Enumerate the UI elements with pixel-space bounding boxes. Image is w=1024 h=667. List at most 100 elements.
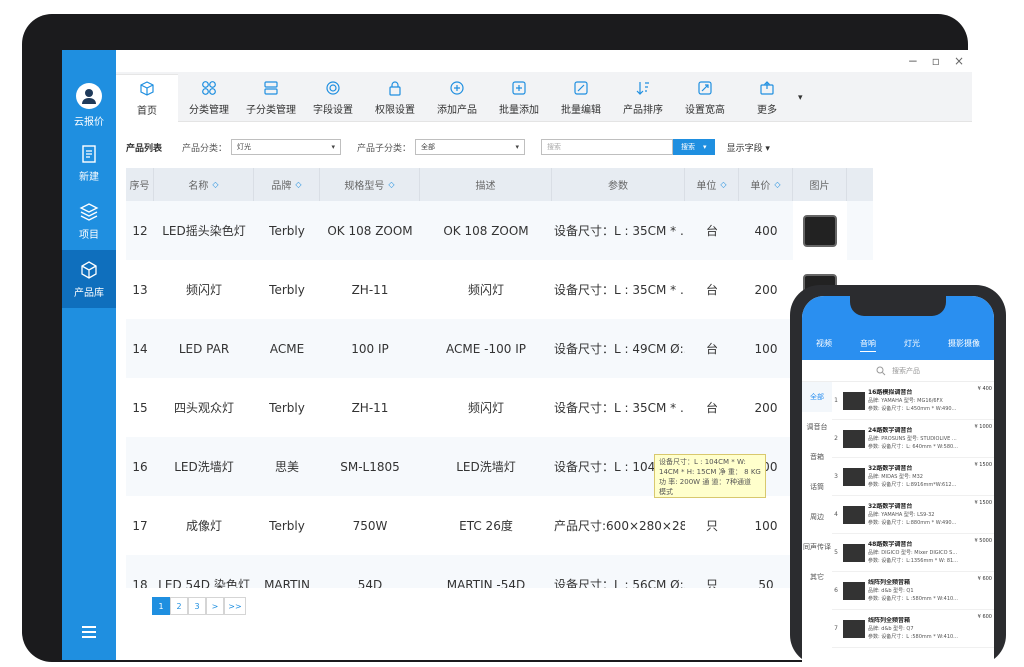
column-header-model[interactable]: 规格型号 ◇ bbox=[320, 168, 420, 201]
header-label: 图片 bbox=[809, 181, 830, 192]
phone-screen: 视频 音响 灯光 摄影摄像 搜索产品 全部 调音台 音箱 话筒 周边 同声传译 其它 1 16… bbox=[802, 296, 994, 666]
table-row[interactable]: 15 四头观众灯 Terbly ZH-11 频闪灯 设备尺寸：L : 35CM * ...… bbox=[126, 378, 873, 437]
toolbar: 首页 分类管理 子分类管理 字段设置 权限设置 添加产品 批量添加 批量编辑 产… bbox=[116, 72, 972, 122]
phone-category-item[interactable]: 话筒 bbox=[802, 472, 832, 502]
sidebar: 云报价 新建 项目 产品库 bbox=[62, 50, 116, 660]
phone-category-item[interactable]: 音箱 bbox=[802, 442, 832, 472]
column-header-image[interactable]: 图片 bbox=[793, 168, 847, 201]
phone-list-item[interactable]: 2 24路数字调音台 品牌: PROSUNS 型号: STUDIOLIVE ... 参… bbox=[832, 420, 994, 458]
phone-category-item[interactable]: 周边 bbox=[802, 502, 832, 532]
subcategory-select[interactable]: 全部 ▾ bbox=[415, 139, 526, 155]
cell-param: 设备尺寸：L : 35CM * ... bbox=[554, 401, 685, 415]
toolbar-set-size-button[interactable]: 设置宽高 bbox=[674, 74, 736, 122]
cell-model: 750W bbox=[352, 518, 388, 533]
sort-icon[interactable]: ◇ bbox=[774, 180, 780, 189]
product-thumbnail bbox=[843, 505, 865, 524]
toolbar-field-settings-button[interactable]: 字段设置 bbox=[302, 74, 364, 122]
toolbar-subcategory-manage-button[interactable]: 子分类管理 bbox=[240, 74, 302, 122]
phone-header: 视频 音响 灯光 摄影摄像 bbox=[802, 296, 994, 360]
item-title: 24路数字调音台 bbox=[868, 426, 913, 434]
cell-brand: ACME bbox=[269, 341, 305, 356]
more-dropdown-arrow[interactable]: ▾ bbox=[798, 74, 812, 122]
phone-category-list: 全部 调音台 音箱 话筒 周边 同声传译 其它 bbox=[802, 382, 832, 648]
phone-list-item[interactable]: 7 线阵列全频音箱 品牌: d&b 型号: Q7 参数: 设备尺寸：L :580mm … bbox=[832, 610, 994, 648]
phone-list-item[interactable]: 5 48路数字调音台 品牌: DIGICO 型号: Mixer DIGICO S..… bbox=[832, 534, 994, 572]
item-text: 32路数字调音台 品牌: YAMAHA 型号: LS9-32 参数: 设备尺寸：L:… bbox=[868, 503, 976, 527]
cell-unit: 台 bbox=[705, 283, 718, 297]
column-header-param[interactable]: 参数 bbox=[552, 168, 685, 201]
page-3-button[interactable]: 3 bbox=[188, 597, 206, 615]
minimize-button[interactable]: − bbox=[908, 54, 918, 68]
sidebar-item-cloud-quote[interactable]: 云报价 bbox=[62, 76, 116, 134]
table-row[interactable]: 14 LED PAR ACME 100 IP ACME -100 IP 设备尺寸：L : … bbox=[126, 319, 873, 378]
phone-tab-audio[interactable]: 音响 bbox=[860, 338, 876, 352]
search-placeholder: 搜索 bbox=[547, 143, 562, 151]
category-label: 产品分类： bbox=[182, 143, 228, 154]
phone-tab-camera[interactable]: 摄影摄像 bbox=[948, 338, 980, 352]
search-input[interactable]: 搜索 bbox=[541, 139, 674, 155]
phone-tab-video[interactable]: 视频 bbox=[816, 338, 832, 352]
header-label: 规格型号 bbox=[344, 181, 385, 192]
sidebar-item-new[interactable]: 新建 bbox=[62, 134, 116, 192]
sort-icon[interactable]: ◇ bbox=[388, 180, 394, 189]
toolbar-add-product-button[interactable]: 添加产品 bbox=[426, 74, 488, 122]
phone-list-item[interactable]: 3 32路数字调音台 品牌: MIDAS 型号: M32 参数: 设备尺寸：L:891… bbox=[832, 458, 994, 496]
item-number: 7 bbox=[834, 625, 838, 632]
new-doc-icon bbox=[82, 144, 96, 163]
toolbar-category-manage-button[interactable]: 分类管理 bbox=[178, 74, 240, 122]
sidebar-item-project[interactable]: 项目 bbox=[62, 192, 116, 250]
table-row[interactable]: 12 LED摇头染色灯 Terbly OK 108 ZOOM OK 108 ZOOM 设备… bbox=[126, 201, 873, 260]
phone-list-item[interactable]: 6 线阵列全频音箱 品牌: d&b 型号: Q1 参数: 设备尺寸：L :580mm … bbox=[832, 572, 994, 610]
column-header-desc[interactable]: 描述 bbox=[420, 168, 552, 201]
next-page-button[interactable]: > bbox=[206, 597, 224, 615]
page-1-button[interactable]: 1 bbox=[152, 597, 170, 615]
column-header-brand[interactable]: 品牌 ◇ bbox=[254, 168, 320, 201]
toolbar-batch-edit-button[interactable]: 批量编辑 bbox=[550, 74, 612, 122]
subcategory-value: 全部 bbox=[421, 143, 436, 151]
phone-tab-lighting[interactable]: 灯光 bbox=[904, 338, 920, 352]
toolbar-more-button[interactable]: 更多 bbox=[736, 74, 798, 122]
table-row[interactable]: 13 频闪灯 Terbly ZH-11 频闪灯 设备尺寸：L : 35CM * ... 台 2… bbox=[126, 260, 873, 319]
item-number: 5 bbox=[834, 549, 838, 556]
phone-list-item[interactable]: 4 32路数字调音台 品牌: YAMAHA 型号: LS9-32 参数: 设备尺寸：L… bbox=[832, 496, 994, 534]
cell-desc: ETC 26度 bbox=[459, 519, 513, 533]
menu-icon[interactable] bbox=[82, 626, 96, 638]
sort-icon[interactable]: ◇ bbox=[212, 180, 218, 189]
header-label: 名称 bbox=[188, 181, 209, 192]
phone-category-item[interactable]: 其它 bbox=[802, 562, 832, 592]
column-header-name[interactable]: 名称 ◇ bbox=[154, 168, 254, 201]
item-title: 16路模拟调音台 bbox=[868, 388, 913, 396]
cell-unit: 台 bbox=[705, 401, 718, 415]
phone-category-item[interactable]: 全部 bbox=[802, 382, 832, 412]
toolbar-home-button[interactable]: 首页 bbox=[116, 74, 178, 122]
category-select[interactable]: 灯光 ▾ bbox=[231, 139, 342, 155]
product-thumbnail[interactable] bbox=[803, 214, 837, 247]
cell-brand: Terbly bbox=[269, 282, 305, 297]
toolbar-permission-settings-button[interactable]: 权限设置 bbox=[364, 74, 426, 122]
sidebar-item-product-library[interactable]: 产品库 bbox=[62, 250, 116, 308]
cell-no: 17 bbox=[132, 518, 148, 533]
restore-button[interactable]: ▫ bbox=[932, 54, 940, 68]
close-button[interactable]: × bbox=[954, 54, 964, 68]
search-button[interactable]: 搜索 ▾ bbox=[673, 139, 715, 155]
table-row[interactable]: 18 LED 54D 染色灯 MARTIN 54D MARTIN -54D 设备尺寸：L … bbox=[126, 555, 873, 588]
phone-category-item[interactable]: 调音台 bbox=[802, 412, 832, 442]
user-avatar-icon bbox=[76, 82, 102, 109]
column-header-no[interactable]: 序号 bbox=[126, 168, 154, 201]
cell-name: LED 54D 染色灯 bbox=[158, 578, 250, 588]
table-row[interactable]: 17 成像灯 Terbly 750W ETC 26度 产品尺寸:600×280×28...… bbox=[126, 496, 873, 555]
phone-list-item[interactable]: 1 16路模拟调音台 品牌: YAMAHA 型号: MG16/6FX 参数: 设备尺寸… bbox=[832, 382, 994, 420]
phone-search-input[interactable]: 搜索产品 bbox=[802, 360, 994, 382]
column-header-unit[interactable]: 单位 ◇ bbox=[685, 168, 739, 201]
sort-icon[interactable]: ◇ bbox=[720, 180, 726, 189]
sort-icon[interactable]: ◇ bbox=[295, 180, 301, 189]
last-page-button[interactable]: >> bbox=[224, 597, 246, 615]
show-fields-button[interactable]: 显示字段 ▾ bbox=[727, 141, 770, 154]
page-2-button[interactable]: 2 bbox=[170, 597, 188, 615]
split-icon bbox=[264, 81, 278, 95]
toolbar-batch-add-button[interactable]: 批量添加 bbox=[488, 74, 550, 122]
toolbar-product-sort-button[interactable]: 产品排序 bbox=[612, 74, 674, 122]
product-thumbnail bbox=[843, 581, 865, 600]
phone-category-item[interactable]: 同声传译 bbox=[802, 532, 832, 562]
column-header-price[interactable]: 单价 ◇ bbox=[739, 168, 793, 201]
